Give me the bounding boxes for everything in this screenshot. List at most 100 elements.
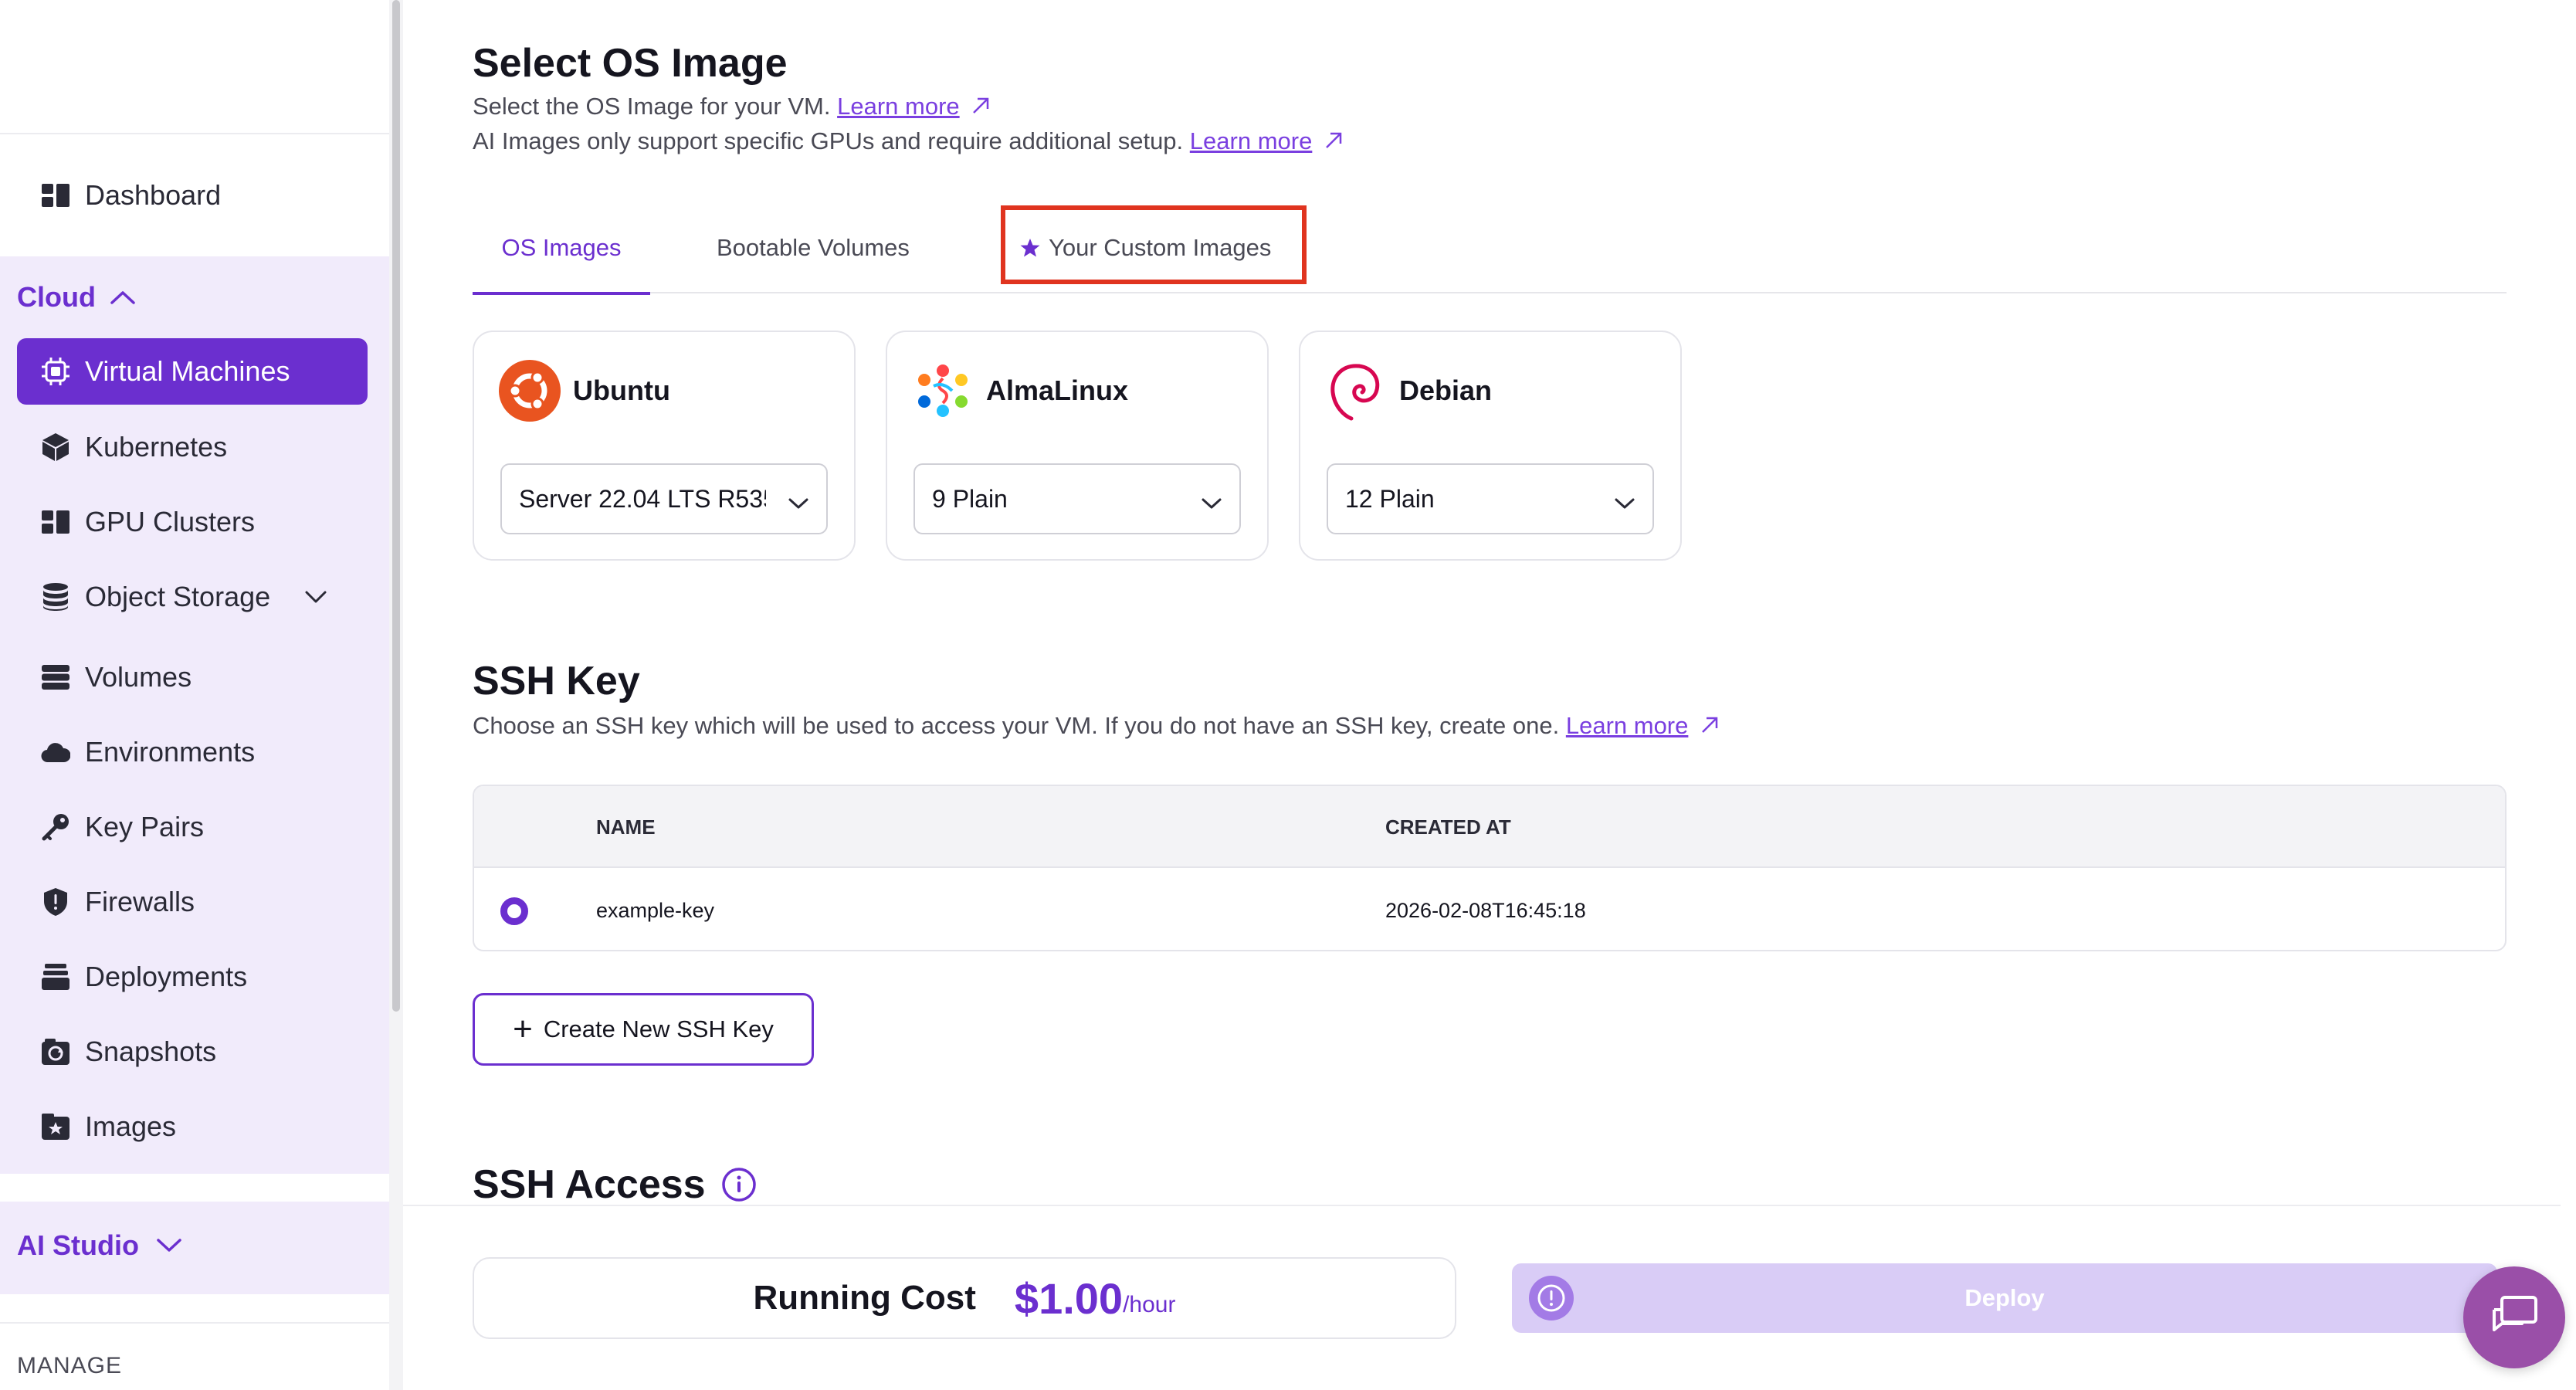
- external-link-icon: [1324, 129, 1344, 157]
- sidebar-item-kubernetes[interactable]: Kubernetes: [17, 414, 368, 480]
- cloud-section-toggle[interactable]: Cloud: [17, 281, 136, 314]
- os-name: Debian: [1399, 375, 1493, 406]
- sidebar-item-firewalls[interactable]: Firewalls: [17, 869, 368, 935]
- learn-more-label: Learn more: [1565, 712, 1689, 739]
- learn-more-link[interactable]: Learn more: [837, 93, 960, 120]
- chevron-up-icon: [110, 290, 136, 305]
- running-cost-card: Running Cost $1.00 /hour: [473, 1257, 1456, 1339]
- os-name: Ubuntu: [573, 375, 670, 406]
- database-icon: [39, 580, 73, 614]
- learn-more-label: Learn more: [1189, 127, 1313, 154]
- sidebar-divider: [0, 1322, 389, 1324]
- plus-icon: +: [513, 1010, 533, 1048]
- sidebar-item-key-pairs[interactable]: Key Pairs: [17, 794, 368, 860]
- sidebar-item-environments[interactable]: Environments: [17, 719, 368, 785]
- ai-studio-label: AI Studio: [17, 1229, 139, 1261]
- ubuntu-logo-icon: [499, 360, 561, 422]
- sidebar-divider: [0, 133, 389, 134]
- sidebar-item-label: Dashboard: [85, 179, 222, 211]
- sidebar-item-label: Key Pairs: [85, 811, 205, 842]
- os-card-header: Debian: [1325, 360, 1492, 422]
- sidebar-item-label: Object Storage: [85, 581, 271, 612]
- chevron-down-icon: [1614, 488, 1635, 517]
- create-ssh-key-label: Create New SSH Key: [543, 1015, 774, 1042]
- select-value: Server 22.04 LTS R535 CUDA 12.2: [519, 484, 766, 513]
- chevron-down-icon: [304, 590, 327, 604]
- running-cost-label: Running Cost: [753, 1279, 976, 1317]
- ai-studio-toggle[interactable]: AI Studio: [17, 1229, 182, 1262]
- external-link-icon: [971, 94, 991, 122]
- debian-logo-icon: [1325, 360, 1387, 422]
- ubuntu-version-select[interactable]: Server 22.04 LTS R535 CUDA 12.2: [500, 463, 828, 534]
- os-name: AlmaLinux: [986, 375, 1129, 406]
- tab-os-images[interactable]: OS Images: [473, 202, 650, 295]
- running-cost-unit: /hour: [1123, 1292, 1176, 1317]
- sidebar-item-object-storage[interactable]: Object Storage: [17, 564, 368, 630]
- os-image-description: Select the OS Image for your VM. Learn m…: [473, 93, 991, 122]
- shield-icon: [39, 885, 73, 919]
- cpu-icon: [39, 354, 73, 388]
- ssh-key-title: SSH Key: [473, 659, 640, 703]
- sidebar-item-images[interactable]: Images: [17, 1093, 368, 1160]
- scrollbar-thumb[interactable]: [392, 0, 400, 1012]
- learn-more-link[interactable]: Learn more: [1190, 127, 1313, 154]
- ai-images-note: AI Images only support specific GPUs and…: [473, 127, 1344, 157]
- deploy-label: Deploy: [1964, 1284, 2045, 1311]
- grid-icon: [39, 505, 73, 539]
- sidebar-item-label: Deployments: [85, 961, 248, 992]
- sidebar-item-deployments[interactable]: Deployments: [17, 944, 368, 1010]
- tab-bootable-volumes[interactable]: Bootable Volumes: [717, 202, 910, 293]
- tab-label: OS Images: [501, 234, 622, 261]
- image-star-icon: [39, 1110, 73, 1144]
- ssh-key-description-text: Choose an SSH key which will be used to …: [473, 712, 1560, 739]
- sidebar: Dashboard Cloud Virtual Machines Kuberne…: [0, 0, 389, 1390]
- sidebar-item-label: Virtual Machines: [85, 355, 290, 387]
- cloud-icon: [39, 735, 73, 769]
- sidebar-item-snapshots[interactable]: Snapshots: [17, 1019, 368, 1085]
- sidebar-item-label: Kubernetes: [85, 431, 228, 463]
- sidebar-item-label: GPU Clusters: [85, 506, 256, 537]
- os-card-almalinux[interactable]: AlmaLinux 9 Plain: [886, 331, 1269, 561]
- chevron-down-icon: [788, 488, 809, 517]
- ai-images-note-text: AI Images only support specific GPUs and…: [473, 127, 1184, 154]
- select-value: 9 Plain: [932, 484, 1008, 513]
- almalinux-version-select[interactable]: 9 Plain: [913, 463, 1241, 534]
- deploy-button[interactable]: Deploy: [1512, 1263, 2497, 1333]
- os-card-debian[interactable]: Debian 12 Plain: [1299, 331, 1682, 561]
- debian-version-select[interactable]: 12 Plain: [1327, 463, 1654, 534]
- cloud-section-label: Cloud: [17, 281, 96, 313]
- sidebar-item-volumes[interactable]: Volumes: [17, 644, 368, 710]
- learn-more-link[interactable]: Learn more: [1566, 712, 1689, 739]
- sidebar-item-label: Firewalls: [85, 886, 195, 917]
- ssh-key-table: NAME CREATED AT example-key 2026-02-08T1…: [473, 785, 2507, 951]
- sidebar-item-gpu-clusters[interactable]: GPU Clusters: [17, 489, 368, 555]
- sidebar-item-label: Images: [85, 1110, 177, 1142]
- sidebar-item-virtual-machines[interactable]: Virtual Machines: [17, 338, 368, 405]
- chat-support-button[interactable]: [2463, 1266, 2565, 1368]
- sidebar-scrollbar[interactable]: [389, 0, 403, 1390]
- os-card-ubuntu[interactable]: Ubuntu Server 22.04 LTS R535 CUDA 12.2: [473, 331, 856, 561]
- os-card-header: AlmaLinux: [912, 360, 1128, 422]
- info-icon[interactable]: [721, 1167, 757, 1202]
- dashboard-icon: [39, 178, 73, 212]
- manage-section-label: MANAGE: [17, 1353, 123, 1378]
- create-ssh-key-button[interactable]: + Create New SSH Key: [473, 993, 814, 1066]
- ssh-access-heading: SSH Access: [473, 1161, 757, 1208]
- running-cost-value: $1.00: [1014, 1273, 1124, 1323]
- ssh-key-name: example-key: [596, 899, 715, 922]
- learn-more-label: Learn more: [837, 93, 960, 120]
- snapshot-icon: [39, 1035, 73, 1069]
- column-header-created-at: CREATED AT: [1385, 815, 1511, 839]
- sidebar-item-label: Snapshots: [85, 1036, 217, 1067]
- os-card-header: Ubuntu: [499, 360, 670, 422]
- sidebar-item-dashboard[interactable]: Dashboard: [17, 162, 368, 229]
- table-row[interactable]: example-key 2026-02-08T16:45:18: [474, 870, 2505, 950]
- chevron-down-icon: [156, 1238, 182, 1253]
- ssh-key-created-at: 2026-02-08T16:45:18: [1385, 899, 1586, 922]
- ssh-key-radio[interactable]: [500, 897, 528, 925]
- column-header-name: NAME: [596, 815, 656, 839]
- table-header: NAME CREATED AT: [474, 786, 2505, 868]
- tab-label: Bootable Volumes: [717, 234, 910, 261]
- warning-icon: [1529, 1276, 1574, 1320]
- select-value: 12 Plain: [1345, 484, 1435, 513]
